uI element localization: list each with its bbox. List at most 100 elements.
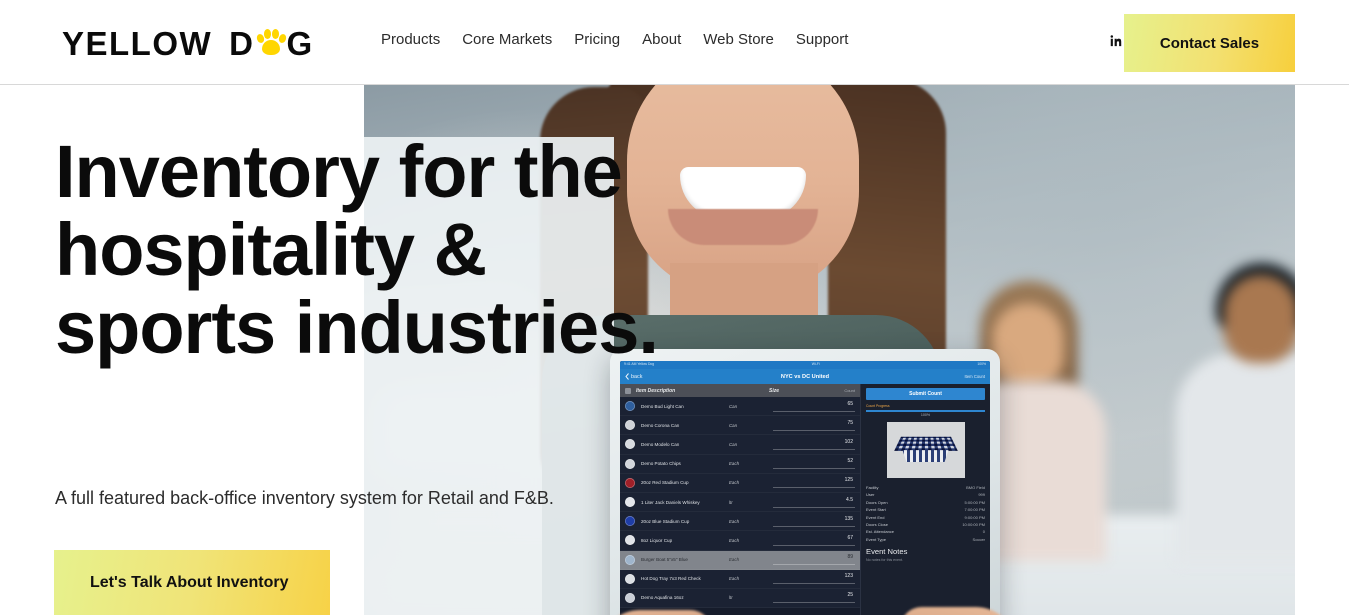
item-name: Burger Boat 5"x5" Blue xyxy=(641,557,688,563)
item-size: Can xyxy=(729,403,738,409)
table-row[interactable]: 20oz Red Stadium Cup Each 125 xyxy=(620,474,860,493)
item-quantity-input[interactable]: 52 xyxy=(773,458,855,470)
table-row[interactable]: 1 Liter Jack Daniels Whiskey ltr 4.5 xyxy=(620,493,860,513)
column-header-count: Count xyxy=(844,388,855,393)
detail-label: Est. Attendance xyxy=(866,529,895,535)
nav-item-web-store[interactable]: Web Store xyxy=(703,31,774,48)
item-list-header: Item Description Size Count xyxy=(620,384,860,397)
detail-label: Event Start xyxy=(866,507,886,513)
nav-item-pricing[interactable]: Pricing xyxy=(574,31,620,48)
linkedin-icon[interactable] xyxy=(1109,33,1124,48)
item-name: 8oz Liquor Cup xyxy=(641,537,673,543)
background-person-woman-head xyxy=(992,303,1064,387)
detail-row: Event Type Soccer xyxy=(866,536,985,543)
item-thumbnail-icon xyxy=(625,401,635,412)
item-thumbnail-icon xyxy=(625,592,635,603)
item-name: Demo Bud Light Can xyxy=(641,403,684,409)
lets-talk-about-inventory-button[interactable]: Let's Talk About Inventory xyxy=(54,550,330,615)
item-size: Each xyxy=(729,576,740,582)
submit-count-button[interactable]: Submit Count xyxy=(866,388,985,400)
detail-value: Soccer xyxy=(972,536,985,542)
table-row[interactable]: Burger Boat 5"x5" Blue Each 89 xyxy=(620,550,860,570)
table-row[interactable]: Demo Aquafina 16oz ltr 25 xyxy=(620,589,860,609)
detail-value: 999 xyxy=(978,492,985,498)
select-all-checkbox-icon[interactable] xyxy=(625,387,631,394)
item-name: Demo Potato Chips xyxy=(641,461,681,467)
nav-item-support[interactable]: Support xyxy=(796,31,849,48)
nav-item-about[interactable]: About xyxy=(642,31,681,48)
item-quantity-input[interactable]: 135 xyxy=(773,516,855,527)
burger-boat-tray-icon xyxy=(893,433,958,467)
detail-value: BMO Field xyxy=(966,485,985,491)
item-name: Demo Modelo Can xyxy=(641,441,680,447)
table-row[interactable]: Hot Dog Tray 7x3 Red Check Each 123 xyxy=(620,570,860,589)
table-row[interactable]: Demo Corona Can Can 75 xyxy=(620,416,860,436)
column-header-size: Size xyxy=(769,387,780,394)
event-details: Facility BMO Field User 999 Doors Open 5:00:0… xyxy=(866,484,985,543)
item-quantity-value: 4.5 xyxy=(846,496,853,503)
progress-percent: 100% xyxy=(920,413,931,418)
item-thumbnail-icon xyxy=(625,458,635,469)
item-quantity-input[interactable]: 25 xyxy=(773,592,855,604)
status-time: 9:41 AM Yellow Dog xyxy=(624,362,655,367)
detail-label: Doors Open xyxy=(866,499,888,505)
table-row[interactable]: Demo Modelo Can Can 102 xyxy=(620,435,860,455)
item-thumbnail-icon xyxy=(625,573,635,584)
submit-count-label: Submit Count xyxy=(909,391,942,397)
item-quantity-input[interactable]: 123 xyxy=(773,573,855,585)
detail-row: Event End 9:00:00 PM xyxy=(866,514,985,521)
item-size: Each xyxy=(729,557,740,563)
item-thumbnail-icon xyxy=(625,554,635,565)
item-size: Each xyxy=(729,461,740,467)
detail-row: Doors Open 5:00:00 PM xyxy=(866,499,985,506)
item-thumbnail-icon xyxy=(625,535,635,546)
back-button-label: back xyxy=(631,373,643,380)
item-quantity-input[interactable]: 89 xyxy=(773,554,855,566)
detail-value: 7:00:00 PM xyxy=(964,507,985,513)
item-quantity-input[interactable]: 102 xyxy=(773,439,855,450)
progress-fill xyxy=(866,409,985,413)
detail-value: 9:00:00 PM xyxy=(964,514,985,520)
event-title: NYC vs DC United xyxy=(780,373,830,380)
detail-pane: Submit Count Count Progress 100% Facilit… xyxy=(860,384,990,615)
item-quantity-value: 135 xyxy=(844,515,853,522)
hero-section: 9:41 AM Yellow Dog Wi-Fi 100% back NYC v… xyxy=(0,85,1349,615)
contact-sales-button[interactable]: Contact Sales xyxy=(1124,14,1295,72)
table-row[interactable]: 20oz Blue Stadium Cup Each 135 xyxy=(620,512,860,532)
item-quantity-input[interactable]: 75 xyxy=(773,420,855,431)
item-quantity-input[interactable]: 4.5 xyxy=(773,497,855,508)
product-image xyxy=(886,422,965,479)
item-quantity-input[interactable]: 65 xyxy=(773,401,855,412)
detail-label: User xyxy=(866,492,875,498)
background-person-man-body xyxy=(1176,353,1295,563)
item-quantity-input[interactable]: 125 xyxy=(773,477,855,489)
chevron-left-icon xyxy=(625,373,629,380)
site-header: YELLOW D G Products Core Markets Pricing… xyxy=(0,0,1349,85)
tablet-app-bar: back NYC vs DC United Item Count xyxy=(620,369,990,384)
item-quantity-value: 89 xyxy=(847,554,853,561)
item-thumbnail-icon xyxy=(625,477,635,488)
item-name: Demo Corona Can xyxy=(641,422,680,428)
event-notes-text: No notes for this event. xyxy=(866,558,903,563)
item-size: Each xyxy=(729,518,740,524)
logo-letter-g: G xyxy=(286,24,314,62)
back-button[interactable]: back xyxy=(625,373,642,380)
tablet-device: 9:41 AM Yellow Dog Wi-Fi 100% back NYC v… xyxy=(610,349,1000,615)
progress-label: Count Progress xyxy=(866,404,890,408)
nav-item-core-markets[interactable]: Core Markets xyxy=(462,31,552,48)
nav-item-products[interactable]: Products xyxy=(381,31,440,48)
item-quantity-value: 52 xyxy=(847,458,853,465)
item-rows: Demo Bud Light Can Can 65 Demo Corona Can Ca… xyxy=(620,397,860,609)
item-quantity-value: 67 xyxy=(847,534,853,541)
item-thumbnail-icon xyxy=(625,497,635,508)
table-row[interactable]: Demo Potato Chips Each 52 xyxy=(620,455,860,474)
detail-row: Facility BMO Field xyxy=(866,484,985,491)
item-quantity-input[interactable]: 67 xyxy=(773,535,855,546)
table-row[interactable]: 8oz Liquor Cup Each 67 xyxy=(620,531,860,551)
status-center: Wi-Fi xyxy=(811,362,820,367)
item-name: Demo Aquafina 16oz xyxy=(641,595,684,601)
item-quantity-value: 75 xyxy=(847,419,853,426)
site-logo[interactable]: YELLOW D G xyxy=(62,24,314,62)
logo-letter-d: D xyxy=(229,24,255,62)
table-row[interactable]: Demo Bud Light Can Can 65 xyxy=(620,397,860,417)
